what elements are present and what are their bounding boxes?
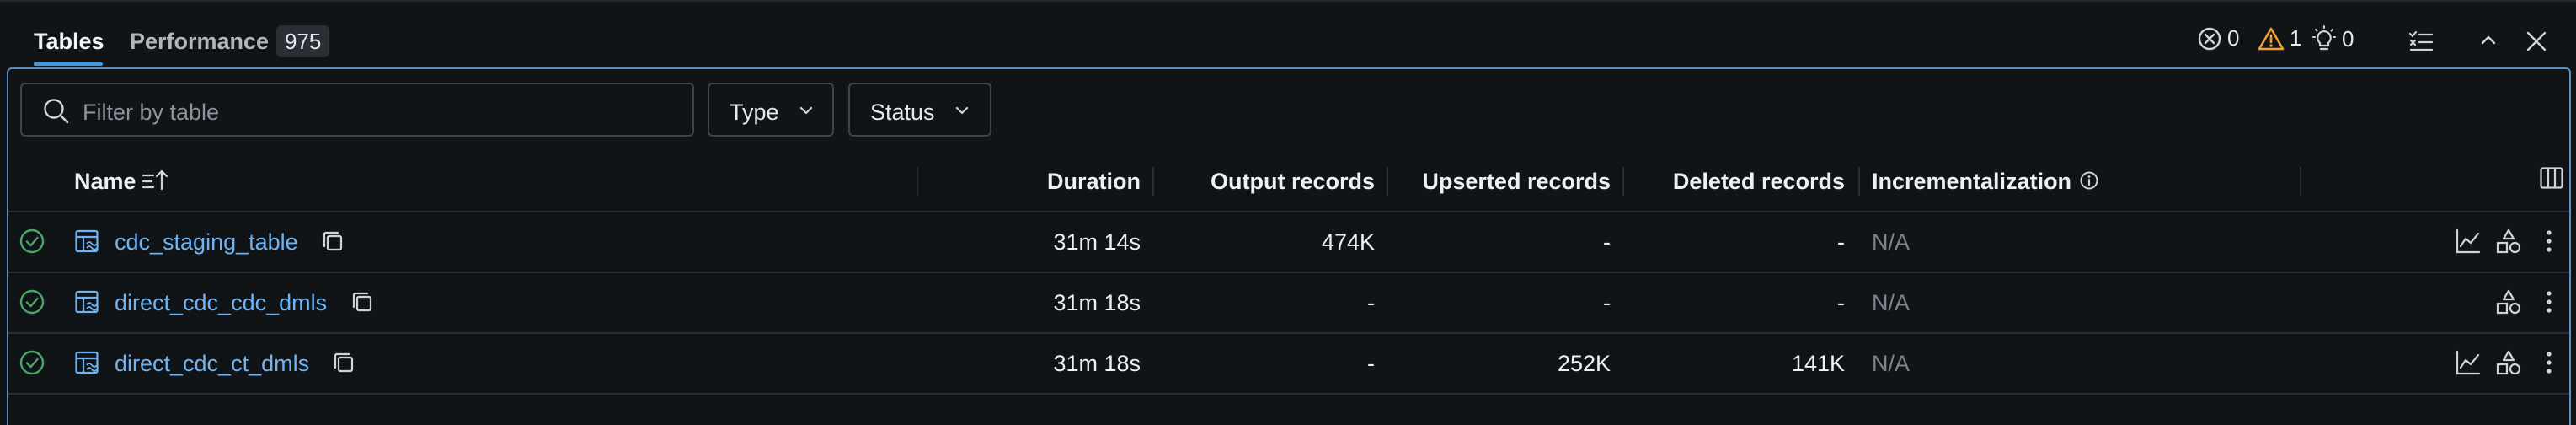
warning-icon	[2258, 27, 2285, 50]
duration-cell: 31m 18s	[1053, 351, 1141, 376]
column-header-incrementalization[interactable]: Incrementalization	[1872, 169, 2071, 195]
incrementalization-cell: N/A	[1872, 229, 1911, 255]
table-icon	[75, 229, 99, 253]
output-records-cell: -	[1367, 351, 1375, 376]
line-chart-icon[interactable]	[2455, 228, 2482, 255]
column-header-name[interactable]: Name	[74, 169, 136, 195]
column-divider	[1622, 167, 1624, 196]
table-icon	[75, 290, 99, 314]
columns-icon[interactable]	[2539, 165, 2564, 191]
more-options-icon[interactable]	[2539, 228, 2559, 255]
chevron-down-icon	[955, 106, 969, 115]
more-options-icon[interactable]	[2539, 349, 2559, 376]
suggestion-count: 0	[2342, 25, 2354, 51]
deleted-records-cell: -	[1837, 290, 1845, 315]
tab-performance[interactable]: Performance	[130, 29, 269, 55]
duration-cell: 31m 14s	[1053, 229, 1141, 255]
row-divider	[8, 272, 2569, 273]
upserted-records-cell: 252K	[1557, 351, 1611, 376]
copy-icon[interactable]	[330, 349, 357, 376]
sort-ascending-icon[interactable]	[142, 167, 170, 192]
shapes-icon[interactable]	[2495, 288, 2522, 315]
status-filter-dropdown[interactable]: Status	[848, 83, 991, 137]
chevron-up-icon[interactable]	[2478, 32, 2499, 49]
column-header-output-records[interactable]: Output records	[1211, 169, 1375, 195]
type-filter-label: Type	[730, 100, 779, 125]
suggestion-counter[interactable]: 0	[2310, 25, 2354, 52]
row-divider	[8, 393, 2569, 395]
info-icon[interactable]	[2079, 170, 2099, 191]
success-check-icon	[19, 350, 45, 375]
shapes-icon[interactable]	[2495, 228, 2522, 255]
panel-tab-bar: Tables Performance 975 0 1 0	[0, 0, 2576, 67]
column-divider	[1858, 167, 1860, 196]
type-filter-dropdown[interactable]: Type	[708, 83, 834, 137]
column-divider	[1152, 167, 1154, 196]
success-check-icon	[19, 289, 45, 315]
search-icon	[44, 99, 69, 124]
column-divider	[2300, 167, 2301, 196]
more-options-icon[interactable]	[2539, 288, 2559, 315]
column-header-upserted-records[interactable]: Upserted records	[1422, 169, 1611, 195]
checklist-icon[interactable]	[2408, 29, 2434, 54]
lightbulb-icon	[2312, 25, 2336, 51]
table-icon	[75, 351, 99, 374]
incrementalization-cell: N/A	[1872, 351, 1911, 376]
table-search-input[interactable]: Filter by table	[20, 83, 694, 137]
row-divider	[8, 211, 2569, 212]
output-records-cell: 474K	[1321, 229, 1375, 255]
copy-icon[interactable]	[349, 288, 376, 315]
table-name-link[interactable]: direct_cdc_ct_dmls	[115, 351, 309, 377]
column-header-deleted-records[interactable]: Deleted records	[1673, 169, 1845, 195]
shapes-icon[interactable]	[2495, 349, 2522, 376]
tab-performance-label: Performance	[130, 29, 270, 54]
duration-cell: 31m 18s	[1053, 290, 1141, 315]
line-chart-icon[interactable]	[2455, 349, 2482, 376]
warning-count: 1	[2290, 25, 2302, 51]
column-header-name-label: Name	[74, 169, 136, 194]
upserted-records-cell: -	[1603, 290, 1611, 315]
error-count: 0	[2227, 25, 2240, 51]
column-header-duration[interactable]: Duration	[1047, 169, 1141, 195]
error-icon	[2198, 27, 2221, 50]
column-divider	[1387, 167, 1388, 196]
success-check-icon	[19, 229, 45, 254]
incrementalization-cell: N/A	[1872, 290, 1911, 315]
output-records-cell: -	[1367, 290, 1375, 315]
deleted-records-cell: -	[1837, 229, 1845, 255]
warning-counter[interactable]: 1	[2258, 25, 2301, 51]
close-icon[interactable]	[2525, 30, 2547, 52]
upserted-records-cell: -	[1603, 229, 1611, 255]
tab-tables[interactable]: Tables	[34, 29, 104, 55]
column-header-incrementalization-label: Incrementalization	[1872, 169, 2072, 194]
chevron-down-icon	[799, 106, 813, 115]
row-divider	[8, 332, 2569, 334]
status-filter-label: Status	[870, 100, 935, 125]
active-tab-indicator	[34, 62, 103, 66]
performance-count-badge: 975	[276, 25, 330, 57]
column-divider	[917, 167, 918, 196]
error-counter[interactable]: 0	[2197, 25, 2239, 51]
table-name-link[interactable]: cdc_staging_table	[115, 229, 298, 256]
copy-icon[interactable]	[319, 228, 346, 255]
table-name-link[interactable]: direct_cdc_cdc_dmls	[115, 290, 327, 316]
search-placeholder: Filter by table	[83, 100, 220, 125]
deleted-records-cell: 141K	[1791, 351, 1845, 376]
